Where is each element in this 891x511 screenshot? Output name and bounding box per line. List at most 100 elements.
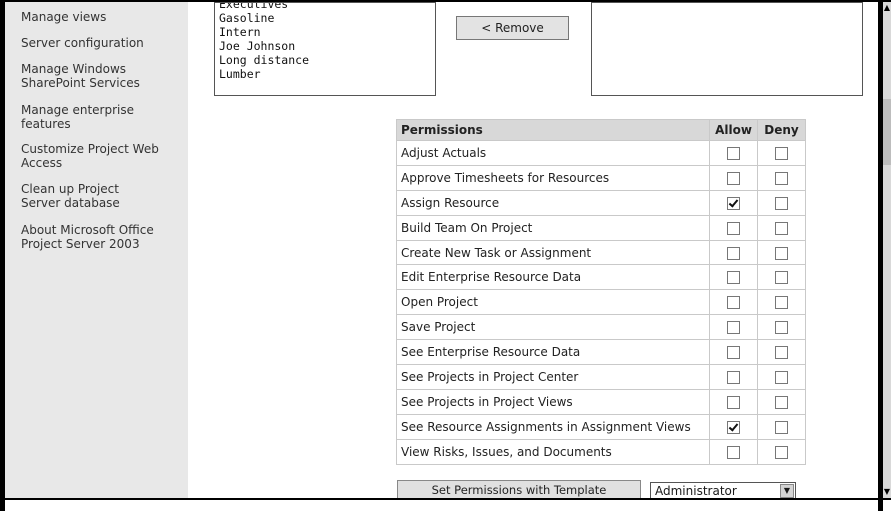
allow-cell	[709, 140, 759, 166]
permission-name: Edit Enterprise Resource Data	[395, 264, 711, 291]
deny-cell	[757, 164, 806, 191]
deny-checkbox[interactable]	[775, 196, 789, 210]
sidebar-item-about[interactable]: About Microsoft Office Project Server 20…	[21, 223, 186, 251]
deny-checkbox[interactable]	[775, 271, 789, 285]
allow-checkbox[interactable]	[727, 196, 741, 210]
list-item[interactable]: Executives	[219, 3, 288, 11]
table-row: Approve Timesheets for Resources	[395, 164, 806, 191]
deny-cell	[757, 264, 806, 291]
window-border-bottom	[0, 498, 891, 500]
table-row: View Risks, Issues, and Documents	[395, 438, 806, 465]
sidebar-item-customize-pwa[interactable]: Customize Project Web Access	[21, 142, 181, 170]
list-item[interactable]: Gasoline	[219, 11, 274, 25]
allow-cell	[709, 189, 759, 216]
allow-checkbox[interactable]	[727, 395, 741, 409]
column-header-deny: Deny	[757, 119, 806, 141]
sidebar-item-server-configuration[interactable]: Server configuration	[21, 36, 181, 50]
sidebar-item-cleanup-database[interactable]: Clean up Project Server database	[21, 182, 161, 210]
dropdown-arrow-icon[interactable]: ▼	[780, 484, 794, 498]
permissions-table: Permissions Allow Deny Adjust Actuals App…	[395, 119, 806, 465]
allow-checkbox[interactable]	[727, 420, 741, 434]
window-border-right	[878, 0, 883, 511]
table-row: Create New Task or Assignment	[395, 239, 806, 266]
group-listbox[interactable]: Executives Gasoline Intern Joe Johnson L…	[214, 2, 436, 96]
permission-name: See Projects in Project Views	[395, 388, 711, 415]
table-row: Adjust Actuals	[395, 140, 806, 166]
allow-checkbox[interactable]	[727, 321, 741, 335]
permission-name: Save Project	[395, 314, 711, 341]
deny-checkbox[interactable]	[775, 346, 789, 360]
selected-listbox[interactable]	[591, 2, 863, 96]
allow-checkbox[interactable]	[727, 246, 741, 260]
page-scroll-thumb[interactable]	[883, 99, 891, 165]
table-row: Edit Enterprise Resource Data	[395, 264, 806, 291]
allow-cell	[709, 289, 759, 316]
deny-cell	[757, 189, 806, 216]
page-scrollbar[interactable]: ▲ ▼	[883, 2, 891, 498]
remove-button[interactable]: < Remove	[456, 16, 569, 40]
permission-name: Build Team On Project	[395, 214, 711, 241]
deny-checkbox[interactable]	[775, 246, 789, 260]
scroll-up-arrow-icon[interactable]: ▲	[883, 2, 891, 14]
deny-checkbox[interactable]	[775, 420, 789, 434]
deny-checkbox[interactable]	[775, 370, 789, 384]
table-row: Assign Resource	[395, 189, 806, 216]
allow-cell	[709, 364, 759, 390]
table-row: Open Project	[395, 289, 806, 316]
list-item[interactable]: Lumber	[219, 67, 261, 81]
permission-name: See Projects in Project Center	[395, 364, 711, 390]
sidebar: Manage views Server configuration Manage…	[5, 2, 188, 498]
list-item[interactable]: Intern	[219, 25, 261, 39]
deny-checkbox[interactable]	[775, 171, 789, 185]
deny-cell	[757, 239, 806, 266]
allow-checkbox[interactable]	[727, 146, 741, 160]
sidebar-item-enterprise-features[interactable]: Manage enterprise features	[21, 103, 161, 131]
allow-cell	[709, 339, 759, 366]
permission-name: Create New Task or Assignment	[395, 239, 711, 266]
permission-name: View Risks, Issues, and Documents	[395, 438, 711, 465]
deny-cell	[757, 339, 806, 366]
deny-checkbox[interactable]	[775, 321, 789, 335]
table-row: See Projects in Project Views	[395, 388, 806, 415]
deny-checkbox[interactable]	[775, 445, 789, 459]
allow-checkbox[interactable]	[727, 271, 741, 285]
allow-cell	[709, 214, 759, 241]
page-frame: Manage views Server configuration Manage…	[0, 0, 891, 511]
allow-checkbox[interactable]	[727, 370, 741, 384]
table-header-row: Permissions Allow Deny	[395, 119, 806, 141]
deny-checkbox[interactable]	[775, 296, 789, 310]
deny-cell	[757, 388, 806, 415]
sidebar-item-manage-wss[interactable]: Manage Windows SharePoint Services	[21, 62, 171, 90]
permission-name: Adjust Actuals	[395, 140, 711, 166]
sidebar-item-manage-views[interactable]: Manage views	[21, 10, 181, 24]
allow-checkbox[interactable]	[727, 445, 741, 459]
permission-name: Assign Resource	[395, 189, 711, 216]
allow-cell	[709, 164, 759, 191]
allow-checkbox[interactable]	[727, 296, 741, 310]
scroll-down-arrow-icon[interactable]: ▼	[883, 486, 891, 498]
template-select-value: Administrator	[655, 484, 737, 498]
allow-checkbox[interactable]	[727, 346, 741, 360]
allow-checkbox[interactable]	[727, 171, 741, 185]
permission-name: Open Project	[395, 289, 711, 316]
allow-cell	[709, 239, 759, 266]
deny-checkbox[interactable]	[775, 221, 789, 235]
permission-name: See Enterprise Resource Data	[395, 339, 711, 366]
deny-cell	[757, 314, 806, 341]
column-header-permissions: Permissions	[395, 119, 711, 141]
allow-checkbox[interactable]	[727, 221, 741, 235]
permissions-table-body: Adjust Actuals Approve Timesheets for Res…	[395, 140, 806, 465]
allow-cell	[709, 388, 759, 415]
allow-cell	[709, 264, 759, 291]
table-row: Save Project	[395, 314, 806, 341]
set-permissions-template-button[interactable]: Set Permissions with Template	[397, 480, 641, 500]
list-item[interactable]: Joe Johnson	[219, 39, 295, 53]
deny-checkbox[interactable]	[775, 146, 789, 160]
deny-cell	[757, 140, 806, 166]
deny-cell	[757, 289, 806, 316]
list-item[interactable]: Long distance	[219, 53, 309, 67]
permission-name: See Resource Assignments in Assignment V…	[395, 413, 711, 440]
deny-checkbox[interactable]	[775, 395, 789, 409]
deny-cell	[757, 413, 806, 440]
deny-cell	[757, 438, 806, 465]
